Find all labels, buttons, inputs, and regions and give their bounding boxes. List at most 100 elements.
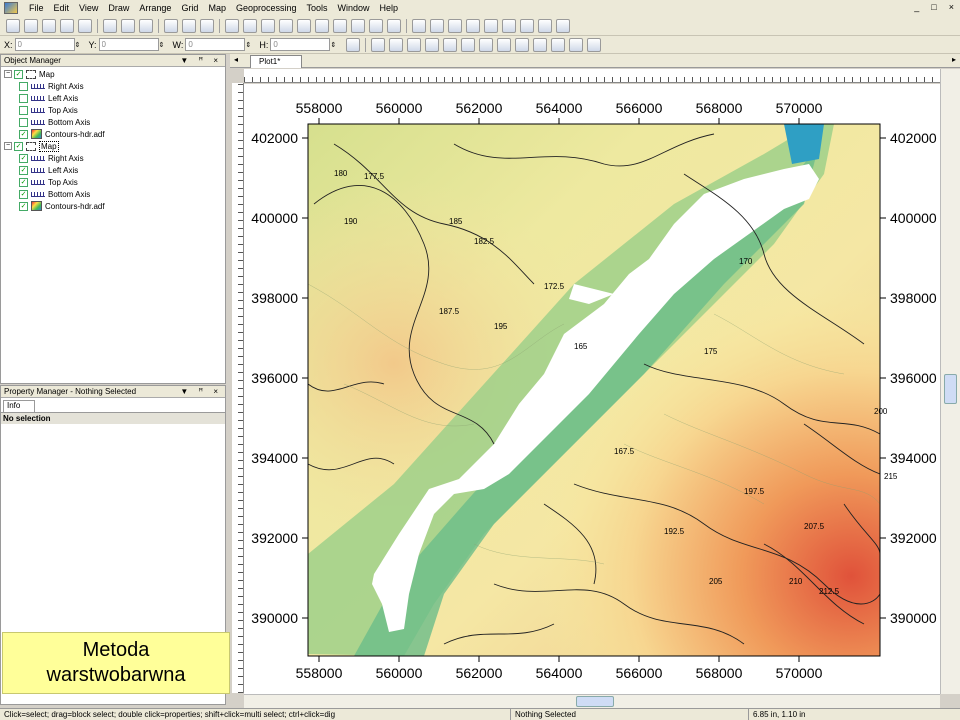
text-icon[interactable] [412, 18, 426, 33]
vertical-scroll-thumb[interactable] [944, 374, 957, 404]
symbol-icon[interactable] [466, 18, 480, 33]
cut-icon[interactable] [103, 18, 117, 33]
open-icon[interactable] [24, 18, 38, 33]
menu-map[interactable]: Map [203, 0, 231, 16]
refresh-icon[interactable] [387, 18, 401, 33]
visibility-checkbox[interactable]: ✓ [19, 153, 28, 163]
visibility-checkbox[interactable] [19, 105, 28, 115]
visibility-checkbox[interactable]: ✓ [19, 189, 28, 199]
surface-icon[interactable] [533, 37, 548, 52]
more-icon[interactable] [587, 37, 602, 52]
vector-map-icon[interactable] [515, 37, 530, 52]
visibility-checkbox[interactable]: ✓ [14, 141, 23, 151]
base-map-icon[interactable] [551, 37, 566, 52]
tree-item[interactable]: ✓ Contours-hdr.adf [1, 128, 225, 140]
grid-data-icon[interactable] [425, 37, 440, 52]
save-all-icon[interactable] [60, 18, 74, 33]
tab-plot1[interactable]: Plot1* [250, 55, 302, 68]
tree-item[interactable]: Bottom Axis [1, 116, 225, 128]
spline-icon[interactable] [538, 18, 552, 33]
tree-item[interactable]: ✓ Left Axis [1, 164, 225, 176]
close-button[interactable]: × [949, 2, 954, 12]
contour-icon[interactable] [497, 37, 512, 52]
rounded-rect-icon[interactable] [502, 18, 516, 33]
zoom-page-icon[interactable] [297, 18, 311, 33]
visibility-checkbox[interactable]: ✓ [19, 129, 28, 139]
tree-item[interactable]: Left Axis [1, 92, 225, 104]
map-wizard-icon[interactable] [389, 37, 404, 52]
zoom-fit-icon[interactable] [279, 18, 293, 33]
vertical-scrollbar[interactable] [940, 69, 960, 694]
menu-view[interactable]: View [74, 0, 103, 16]
visibility-checkbox[interactable]: ✓ [19, 165, 28, 175]
print-icon[interactable] [78, 18, 92, 33]
x-input[interactable] [14, 38, 75, 51]
rectangle-icon[interactable] [484, 18, 498, 33]
visibility-checkbox[interactable]: ✓ [19, 201, 28, 211]
tree-item[interactable]: ✓ Contours-hdr.adf [1, 200, 225, 212]
y-input[interactable] [98, 38, 159, 51]
redo-icon[interactable] [182, 18, 196, 33]
visibility-checkbox[interactable] [19, 81, 28, 91]
menu-edit[interactable]: Edit [49, 0, 75, 16]
zoom-in-icon[interactable] [243, 18, 257, 33]
tree-item[interactable]: − ✓ Map [1, 68, 225, 80]
menu-tools[interactable]: Tools [302, 0, 333, 16]
post-map-icon[interactable] [569, 37, 584, 52]
redraw-icon[interactable] [369, 18, 383, 33]
visibility-checkbox[interactable] [19, 93, 28, 103]
tree-item[interactable]: − ✓ Map [1, 140, 225, 152]
copy-icon[interactable] [121, 18, 135, 33]
object-manager-buttons[interactable]: ▼ ꟸ × [180, 55, 222, 67]
select-icon[interactable] [225, 18, 239, 33]
minimize-button[interactable]: _ [914, 2, 919, 12]
visibility-checkbox[interactable]: ✓ [19, 177, 28, 187]
x-spinner-icon[interactable]: ⇕ [75, 41, 83, 49]
polyline-icon[interactable] [448, 18, 462, 33]
menu-draw[interactable]: Draw [103, 0, 134, 16]
width-input[interactable] [185, 38, 246, 51]
visibility-checkbox[interactable]: ✓ [14, 69, 23, 79]
polygon-icon[interactable] [430, 18, 444, 33]
layer-list-icon[interactable] [461, 37, 476, 52]
w-spinner-icon[interactable]: ⇕ [245, 41, 253, 49]
tree-item[interactable]: ✓ Top Axis [1, 176, 225, 188]
menu-window[interactable]: Window [333, 0, 375, 16]
zoom-out-icon[interactable] [261, 18, 275, 33]
menu-file[interactable]: File [24, 0, 49, 16]
collapse-icon[interactable]: − [4, 142, 12, 150]
save-icon[interactable] [42, 18, 56, 33]
help-icon[interactable] [200, 18, 214, 33]
tab-scroll-left-icon[interactable]: ◂ [234, 55, 238, 64]
sun-shade-icon[interactable] [479, 37, 494, 52]
globe-icon[interactable] [371, 37, 386, 52]
y-spinner-icon[interactable]: ⇕ [159, 41, 167, 49]
tree-item[interactable]: Right Axis [1, 80, 225, 92]
undo-icon[interactable] [164, 18, 178, 33]
tree-item[interactable]: ✓ Bottom Axis [1, 188, 225, 200]
menu-help[interactable]: Help [375, 0, 404, 16]
ellipse-icon[interactable] [520, 18, 534, 33]
property-manager-buttons[interactable]: ▼ ꟸ × [180, 386, 222, 398]
menu-grid[interactable]: Grid [176, 0, 203, 16]
visibility-checkbox[interactable] [19, 117, 28, 127]
restore-button[interactable]: □ [931, 2, 936, 12]
tab-info[interactable]: Info [3, 400, 35, 412]
height-input[interactable] [270, 38, 331, 51]
pan-icon[interactable] [333, 18, 347, 33]
tree-item[interactable]: ✓ Right Axis [1, 152, 225, 164]
tab-scroll-right-icon[interactable]: ▸ [952, 55, 956, 64]
menu-arrange[interactable]: Arrange [134, 0, 176, 16]
actual-size-icon[interactable] [351, 18, 365, 33]
zoom-rect-icon[interactable] [315, 18, 329, 33]
horizontal-scroll-thumb[interactable] [576, 696, 614, 707]
collapse-icon[interactable]: − [4, 70, 12, 78]
reshape-icon[interactable] [556, 18, 570, 33]
new-icon[interactable] [6, 18, 20, 33]
grid-info-icon[interactable] [443, 37, 458, 52]
menu-geoprocessing[interactable]: Geoprocessing [231, 0, 302, 16]
lock-icon[interactable] [346, 37, 361, 52]
paste-icon[interactable] [139, 18, 153, 33]
tree-item[interactable]: Top Axis [1, 104, 225, 116]
horizontal-scrollbar[interactable] [244, 694, 940, 708]
